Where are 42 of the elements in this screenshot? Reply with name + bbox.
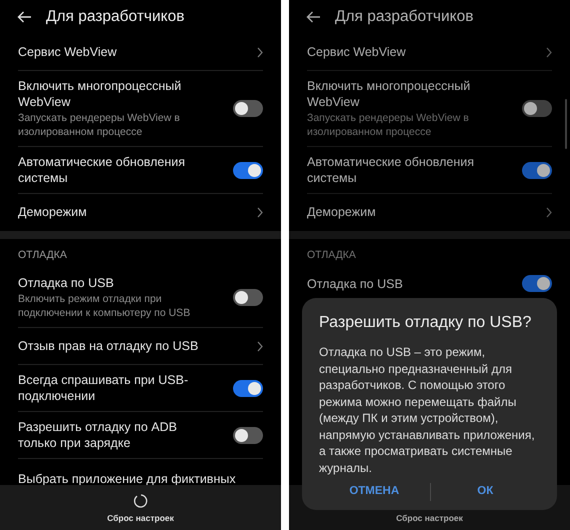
section-header: ОТЛАДКА — [307, 248, 356, 264]
item-title: Отладка по USB — [18, 275, 115, 291]
toggle-switch[interactable] — [522, 162, 552, 178]
reset-label[interactable]: Сброс настроек — [107, 512, 174, 525]
dialog-button[interactable]: ОК — [430, 478, 540, 506]
toggle-switch[interactable] — [233, 100, 263, 117]
dialog-message: Отладка по USB – это режим, специально предназначенный для разработчиков. С помощью этого режима можно перемещать файлы (между ПК и этим устройством), напрямую устанавливать приложения, а также просматривать системные журналы. — [319, 344, 536, 476]
toggle-switch[interactable] — [233, 162, 263, 178]
section-header: ОТЛАДКА — [18, 248, 67, 264]
dialog-button[interactable]: ОТМЕНА — [319, 478, 430, 506]
item-title: Автоматические обновления системы — [18, 154, 186, 186]
settings-item[interactable]: Деморежим — [18, 194, 263, 231]
toggle-switch[interactable] — [233, 380, 263, 396]
chevron-right-icon — [257, 46, 263, 58]
dialog-title: Разрешить отладку по USB? — [319, 313, 532, 333]
item-title: Автоматические обновления системы — [307, 154, 476, 186]
item-title: Включить многопроцессный WebView — [18, 78, 182, 110]
item-title: Разрешить отладку по ADB только при зарядке — [18, 419, 178, 451]
item-subtitle: Включить режим отладки при подключении к компьютеру по USB — [18, 292, 192, 320]
chevron-right-icon — [546, 207, 552, 218]
back-arrow-icon[interactable] — [17, 11, 32, 23]
item-title: Всегда спрашивать при USB-подключении — [18, 372, 190, 404]
back-arrow-icon[interactable] — [306, 11, 321, 23]
toggle-switch[interactable] — [522, 275, 552, 292]
chevron-right-icon — [257, 340, 263, 352]
page-title: Для разработчиков — [335, 7, 474, 28]
settings-item[interactable]: Деморежим — [307, 194, 552, 231]
chevron-right-icon — [546, 46, 552, 58]
item-subtitle: Запускать рендереры WebView в изолированном процессе — [18, 111, 181, 139]
item-subtitle: Запускать рендереры WebView в изолированном процессе — [307, 111, 470, 139]
settings-item[interactable]: Отзыв прав на отладку по USB — [18, 328, 263, 365]
toggle-switch[interactable] — [233, 426, 263, 444]
toggle-switch[interactable] — [233, 289, 263, 306]
page-title: Для разработчиков — [46, 7, 184, 28]
settings-item[interactable]: Сервис WebView — [18, 34, 263, 71]
settings-item[interactable]: Сервис WebView — [307, 34, 552, 71]
item-title: Включить многопроцессный WebView — [307, 78, 472, 110]
reset-label[interactable]: Сброс настроек — [396, 512, 463, 525]
toggle-switch[interactable] — [522, 100, 552, 117]
chevron-right-icon — [257, 207, 263, 218]
item-title: Отладка по USB — [307, 276, 404, 292]
reset-icon[interactable] — [132, 493, 148, 510]
